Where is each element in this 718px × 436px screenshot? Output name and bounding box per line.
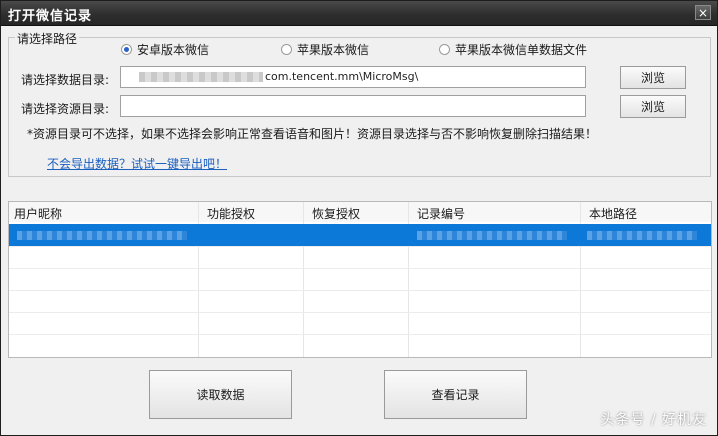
read-data-label: 读取数据 — [196, 388, 245, 402]
row-divider — [9, 334, 711, 335]
radio-android[interactable]: 安卓版本微信 — [121, 41, 209, 58]
title-bar: 打开微信记录 × — [1, 1, 717, 26]
view-records-button[interactable]: 查看记录 — [384, 370, 527, 419]
column-header-nickname[interactable]: 用户昵称 — [14, 205, 62, 222]
close-button[interactable]: × — [695, 5, 711, 20]
radio-unchecked-icon — [281, 44, 292, 55]
open-wechat-records-dialog: 打开微信记录 × 请选择路径 安卓版本微信 苹果版本微信 苹果版本微信单数据文件… — [0, 0, 718, 436]
redacted-local-path — [587, 231, 697, 240]
window-title: 打开微信记录 — [8, 9, 93, 24]
row-divider — [9, 312, 711, 313]
column-header-recovery-auth[interactable]: 恢复授权 — [312, 205, 360, 222]
data-dir-value: com.tencent.mm\MicroMsg\ — [265, 70, 419, 83]
column-header-local-path[interactable]: 本地路径 — [589, 205, 637, 222]
radio-ios-single-file-label: 苹果版本微信单数据文件 — [455, 43, 588, 57]
radio-ios-single-file[interactable]: 苹果版本微信单数据文件 — [439, 41, 587, 58]
watermark: 头条号 / 好机友 — [600, 412, 707, 428]
browse-data-dir-button[interactable]: 浏览 — [620, 66, 686, 89]
radio-android-label: 安卓版本微信 — [137, 43, 210, 57]
path-group-legend: 请选择路径 — [15, 30, 80, 47]
redacted-path — [139, 72, 263, 82]
redacted-nickname — [17, 231, 187, 240]
view-records-label: 查看记录 — [431, 388, 480, 402]
browse-label: 浏览 — [640, 71, 665, 85]
radio-checked-icon — [121, 44, 132, 55]
read-data-button[interactable]: 读取数据 — [149, 370, 292, 419]
data-dir-label: 请选择数据目录: — [21, 73, 110, 87]
resource-dir-note: *资源目录可不选择，如果不选择会影响正常查看语音和图片！资源目录选择与否不影响恢… — [27, 127, 598, 141]
row-divider — [9, 290, 711, 291]
radio-ios[interactable]: 苹果版本微信 — [281, 41, 369, 58]
column-header-record-id[interactable]: 记录编号 — [417, 205, 465, 222]
table-row-selected[interactable] — [9, 224, 711, 246]
column-header-feature-auth[interactable]: 功能授权 — [207, 205, 255, 222]
data-dir-input[interactable]: com.tencent.mm\MicroMsg\ — [120, 66, 586, 88]
resource-dir-input[interactable] — [120, 95, 586, 117]
browse-resource-dir-button[interactable]: 浏览 — [620, 95, 686, 118]
resource-dir-label: 请选择资源目录: — [21, 102, 110, 116]
export-help-link[interactable]: 不会导出数据？试试一键导出吧！ — [47, 155, 227, 172]
row-divider — [9, 246, 711, 247]
radio-ios-label: 苹果版本微信 — [297, 43, 370, 57]
records-table[interactable]: 用户昵称 功能授权 恢复授权 记录编号 本地路径 — [8, 201, 712, 358]
close-icon: × — [697, 6, 709, 20]
browse-label: 浏览 — [640, 100, 665, 114]
redacted-record-id — [417, 231, 567, 240]
radio-unchecked-icon — [439, 44, 450, 55]
row-divider — [9, 268, 711, 269]
